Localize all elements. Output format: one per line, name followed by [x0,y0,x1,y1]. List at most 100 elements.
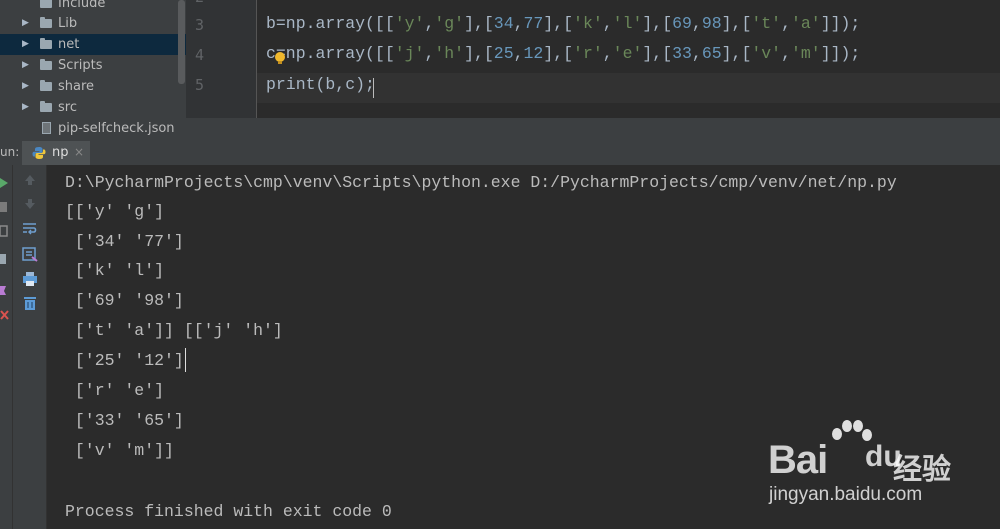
code-token: ],[ [642,44,673,63]
close-icon[interactable] [0,309,10,321]
tree-item-pip-selfcheck[interactable]: pip-selfcheck.json [0,118,186,139]
number-literal: 25 [493,44,514,63]
print-icon[interactable] [22,271,38,287]
expand-arrow-icon[interactable]: ▶ [22,55,29,76]
string-literal: 'h' [434,44,465,63]
run-toolbar [13,165,47,529]
expand-arrow-icon[interactable]: ▶ [22,97,29,118]
watermark-url: jingyan.baidu.com [769,484,923,505]
tree-item-include[interactable]: Include [0,0,186,14]
line-number: 4 [194,46,204,64]
tree-scrollbar[interactable] [178,0,185,84]
python-file-icon [32,147,46,159]
editor-gutter: 2 3 4 5 [186,0,256,118]
code-token: ],[ [721,44,752,63]
stop-icon[interactable] [0,201,10,213]
folder-icon [40,17,52,28]
expand-arrow-icon[interactable]: ▶ [22,76,29,97]
settings-icon[interactable] [0,253,10,265]
number-literal: 69 [672,14,692,33]
number-literal: 65 [701,44,722,63]
close-tab-icon[interactable]: × [74,145,84,159]
console-line: ['r' 'e'] [65,381,165,400]
tree-item-lib[interactable]: ▶ Lib [0,13,186,34]
scroll-down-icon[interactable] [23,197,37,211]
run-tool-window-header: un: np × [0,141,1000,166]
code-editor[interactable]: b=np.array([['y','g'],[34,77],['k','l'],… [257,0,1000,118]
pin-icon[interactable] [0,283,10,297]
expand-arrow-icon[interactable]: ▶ [22,13,29,34]
watermark-jingyan: 经验 [893,452,952,486]
expand-arrow-icon[interactable]: ▶ [22,34,29,55]
code-token: b [266,14,276,33]
string-literal: 'g' [434,14,465,33]
code-token: , [691,14,702,33]
tree-item-label: Lib [58,16,78,31]
soft-wrap-icon[interactable] [22,221,38,237]
string-literal: 'y' [394,14,425,33]
rerun-icon[interactable] [0,177,10,189]
lightbulb-icon[interactable] [275,52,285,64]
code-token: ],[ [543,44,574,63]
string-literal: 'r' [573,44,603,63]
code-token: ]]); [820,14,861,33]
folder-icon [40,59,52,70]
code-token: c=np.array([[ [266,44,395,63]
editor-bottom-bar [186,118,1000,141]
tree-item-share[interactable]: ▶ share [0,76,186,97]
console-line: ['25' '12'] [65,351,184,370]
tree-item-scripts[interactable]: ▶ Scripts [0,55,186,76]
tree-item-label: src [58,100,77,115]
text-cursor [373,78,374,98]
code-token: , [424,44,435,63]
code-token: ],[ [543,14,574,33]
scroll-to-end-icon[interactable] [22,247,38,263]
string-literal: 't' [751,14,782,33]
restore-layout-icon[interactable] [0,225,10,237]
folder-icon [40,38,52,49]
run-side-strip [0,165,13,529]
string-literal: 'j' [394,44,425,63]
console-line: ['t' 'a']] [['j' 'h'] [65,321,283,340]
code-token: , [602,44,613,63]
code-token: , [513,14,524,33]
code-token: ],[ [464,14,494,33]
tree-item-label: Include [58,0,106,11]
watermark-bai: Bai [768,438,828,482]
baidu-jingyan-watermark: Bai du 经验 jingyan.baidu.com [765,420,1000,520]
tree-item-label: pip-selfcheck.json [58,121,175,136]
console-line: ['33' '65'] [65,411,184,430]
code-line-3[interactable]: b=np.array([['y','g'],[34,77],['k','l'],… [266,14,860,33]
code-token: =np.array([[ [275,14,395,33]
tree-item-net[interactable]: ▶ net [0,34,186,55]
code-token: , [691,44,702,63]
code-token: ],[ [721,14,752,33]
number-literal: 12 [523,44,544,63]
string-literal: 'v' [751,44,782,63]
code-line-4[interactable]: c=np.array([['j','h'],[25,12],['r','e'],… [266,44,860,63]
run-tab-np[interactable]: np × [22,141,90,165]
code-token: , [513,44,524,63]
console-line: ['69' '98'] [65,291,184,310]
code-token: ],[ [642,14,673,33]
code-line-5[interactable]: print(b,c); [266,75,375,94]
scroll-up-icon[interactable] [23,173,37,187]
trash-icon[interactable] [22,295,38,311]
console-line: ['k' 'l'] [65,261,165,280]
number-literal: 77 [523,14,544,33]
tree-item-src[interactable]: ▶ src [0,97,186,118]
console-line: Process finished with exit code 0 [65,502,392,521]
console-line: ['v' 'm']] [65,441,174,460]
number-literal: 98 [701,14,722,33]
console-text-cursor [185,348,186,372]
number-literal: 33 [672,44,692,63]
console-line: D:\PycharmProjects\cmp\venv\Scripts\pyth… [65,173,897,192]
code-token: ],[ [464,44,494,63]
number-literal: 34 [493,14,514,33]
line-number: 2 [186,0,204,6]
string-literal: 'k' [573,14,603,33]
string-literal: 'm' [790,44,821,63]
line-number: 5 [194,76,204,94]
code-token: , [424,14,435,33]
tree-item-label: Scripts [58,58,103,73]
